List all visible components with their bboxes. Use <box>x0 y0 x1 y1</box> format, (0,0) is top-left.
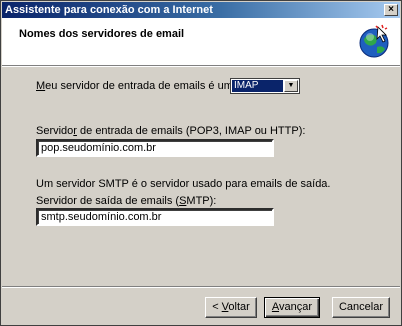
next-button[interactable]: Avançar <box>264 297 320 318</box>
cancel-button[interactable]: Cancelar <box>332 297 390 318</box>
outgoing-server-input[interactable]: smtp.seudomínio.com.br <box>36 208 274 226</box>
chevron-down-icon: ▼ <box>287 82 295 89</box>
incoming-server-label: Servidor de entrada de emails (POP3, IMA… <box>36 125 306 137</box>
wizard-header: Nomes dos servidores de email <box>2 18 400 65</box>
server-type-value: IMAP <box>232 80 283 92</box>
window-title: Assistente para conexão com a Internet <box>5 4 213 16</box>
footer-separator <box>2 286 400 288</box>
wizard-window: Assistente para conexão com a Internet ×… <box>0 0 402 326</box>
back-button[interactable]: < Voltar <box>205 297 257 318</box>
close-icon: × <box>388 4 394 15</box>
internet-connection-wizard-icon <box>359 24 389 58</box>
smtp-note: Um servidor SMTP é o servidor usado para… <box>36 178 331 190</box>
close-button[interactable]: × <box>384 4 398 16</box>
title-bar: Assistente para conexão com a Internet × <box>2 2 400 18</box>
server-type-select[interactable]: IMAP ▼ <box>230 78 300 94</box>
header-separator <box>2 65 400 67</box>
outgoing-server-label: Servidor de saída de emails (SMTP): <box>36 195 217 207</box>
dropdown-arrow-button[interactable]: ▼ <box>284 80 298 92</box>
page-title: Nomes dos servidores de email <box>19 28 185 40</box>
incoming-server-input[interactable]: pop.seudomínio.com.br <box>36 139 274 157</box>
